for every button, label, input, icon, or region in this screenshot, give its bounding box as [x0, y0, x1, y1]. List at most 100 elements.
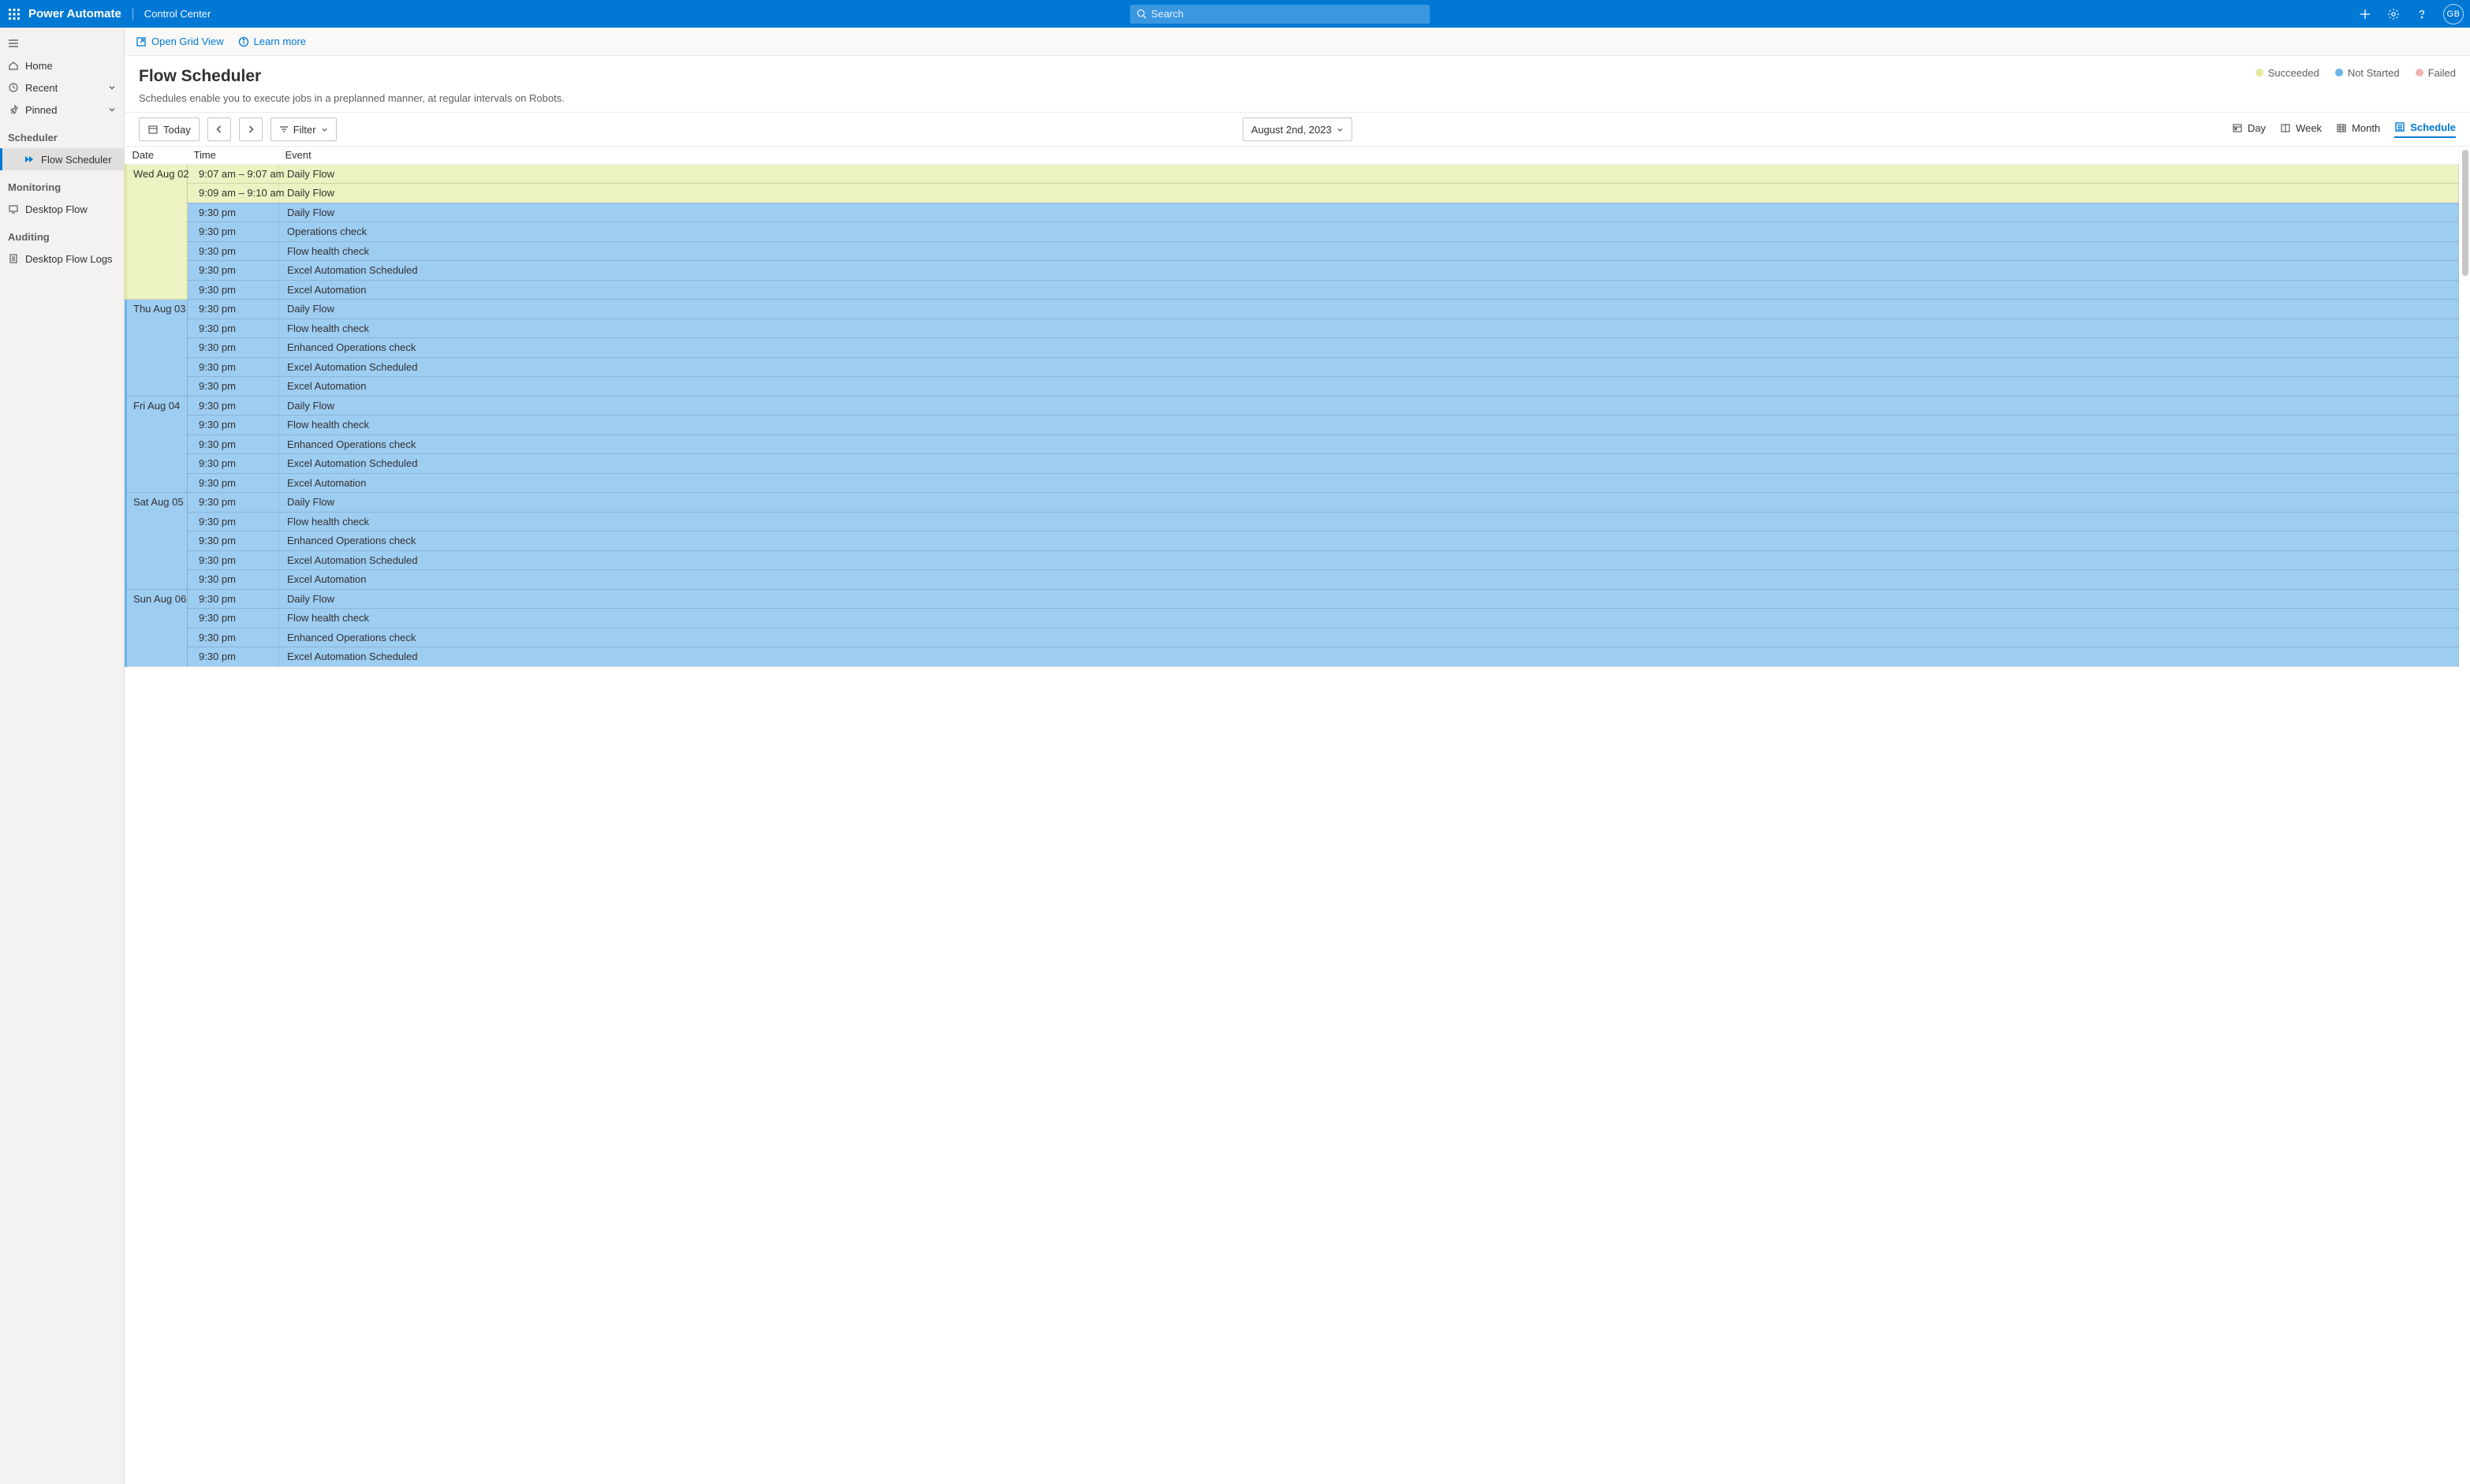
help-icon[interactable]	[2415, 7, 2429, 21]
schedule-grid-scroll[interactable]: Date Time Event Wed Aug 029:07 am – 9:07…	[125, 147, 2470, 1484]
time-cell: 9:30 pm	[188, 550, 279, 570]
time-cell: 9:30 pm	[188, 300, 279, 319]
settings-gear-icon[interactable]	[2386, 7, 2401, 21]
schedule-row[interactable]: 9:30 pmExcel Automation	[126, 473, 2459, 493]
view-day[interactable]: Day	[2232, 122, 2266, 137]
sidebar-section-auditing: Auditing	[0, 220, 124, 248]
sidebar: Home Recent Pinned Scheduler Flo	[0, 28, 125, 1484]
dot-succeeded-icon	[2255, 69, 2263, 76]
event-cell: Daily Flow	[279, 396, 2459, 416]
schedule-row[interactable]: 9:30 pmExcel Automation	[126, 377, 2459, 397]
view-week[interactable]: Week	[2280, 122, 2322, 137]
view-schedule[interactable]: Schedule	[2394, 121, 2456, 138]
view-month[interactable]: Month	[2336, 122, 2380, 137]
event-cell: Excel Automation	[279, 473, 2459, 493]
schedule-row[interactable]: Thu Aug 039:30 pmDaily Flow	[126, 300, 2459, 319]
prev-button[interactable]	[207, 117, 231, 141]
schedule-row[interactable]: Wed Aug 029:07 am – 9:07 amDaily Flow	[126, 164, 2459, 184]
time-cell: 9:30 pm	[188, 338, 279, 358]
filter-button[interactable]: Filter	[271, 117, 337, 141]
date-cell: Wed Aug 02	[126, 164, 188, 300]
sidebar-item-desktop-flow[interactable]: Desktop Flow	[0, 198, 124, 220]
dot-failed-icon	[2416, 69, 2423, 76]
sidebar-item-pinned[interactable]: Pinned	[0, 99, 124, 121]
app-launcher-icon[interactable]	[6, 6, 22, 22]
schedule-row[interactable]: 9:30 pmFlow health check	[126, 512, 2459, 531]
event-cell: Enhanced Operations check	[279, 628, 2459, 647]
time-cell: 9:30 pm	[188, 222, 279, 242]
schedule-row[interactable]: 9:30 pmEnhanced Operations check	[126, 628, 2459, 647]
time-cell: 9:07 am – 9:07 am	[188, 164, 279, 184]
schedule-row[interactable]: 9:30 pmFlow health check	[126, 416, 2459, 435]
month-view-icon	[2336, 122, 2347, 133]
time-cell: 9:30 pm	[188, 261, 279, 281]
calendar-today-icon	[147, 124, 159, 135]
home-icon	[8, 60, 19, 71]
next-button[interactable]	[239, 117, 263, 141]
event-cell: Excel Automation	[279, 570, 2459, 590]
schedule-row[interactable]: Sun Aug 069:30 pmDaily Flow	[126, 589, 2459, 609]
time-cell: 9:30 pm	[188, 512, 279, 531]
search-icon	[1136, 9, 1147, 19]
event-cell: Excel Automation Scheduled	[279, 550, 2459, 570]
col-date[interactable]: Date	[126, 147, 188, 164]
schedule-row[interactable]: 9:30 pmExcel Automation Scheduled	[126, 550, 2459, 570]
schedule-row[interactable]: 9:30 pmFlow health check	[126, 609, 2459, 628]
schedule-row[interactable]: 9:30 pmExcel Automation	[126, 570, 2459, 590]
event-cell: Excel Automation Scheduled	[279, 261, 2459, 281]
schedule-row[interactable]: 9:30 pmExcel Automation Scheduled	[126, 357, 2459, 377]
open-grid-view-button[interactable]: Open Grid View	[136, 35, 224, 47]
sidebar-item-label: Home	[25, 60, 53, 72]
event-cell: Enhanced Operations check	[279, 338, 2459, 358]
sidebar-item-home[interactable]: Home	[0, 54, 124, 76]
event-cell: Daily Flow	[279, 184, 2459, 203]
schedule-row[interactable]: 9:30 pmFlow health check	[126, 241, 2459, 261]
divider	[132, 8, 133, 21]
view-switcher: Day Week Month Schedule	[2232, 121, 2456, 138]
flow-icon	[24, 154, 35, 165]
today-button[interactable]: Today	[139, 117, 200, 141]
sidebar-item-recent[interactable]: Recent	[0, 76, 124, 99]
user-avatar[interactable]: GB	[2443, 4, 2464, 24]
schedule-row[interactable]: 9:30 pmEnhanced Operations check	[126, 531, 2459, 551]
date-picker-button[interactable]: August 2nd, 2023	[1243, 117, 1353, 141]
col-event[interactable]: Event	[279, 147, 2459, 164]
sidebar-item-label: Pinned	[25, 104, 57, 116]
learn-more-button[interactable]: Learn more	[238, 35, 306, 47]
schedule-row[interactable]: 9:30 pmExcel Automation Scheduled	[126, 261, 2459, 281]
search-box[interactable]	[1130, 5, 1430, 24]
date-cell: Fri Aug 04	[126, 396, 188, 493]
schedule-row[interactable]: Fri Aug 049:30 pmDaily Flow	[126, 396, 2459, 416]
schedule-row[interactable]: 9:30 pmEnhanced Operations check	[126, 434, 2459, 454]
sidebar-item-flow-scheduler[interactable]: Flow Scheduler	[0, 148, 124, 170]
sidebar-section-monitoring: Monitoring	[0, 170, 124, 198]
time-cell: 9:30 pm	[188, 531, 279, 551]
search-input[interactable]	[1151, 8, 1423, 20]
page-description: Schedules enable you to execute jobs in …	[139, 92, 565, 104]
schedule-row[interactable]: 9:30 pmExcel Automation	[126, 280, 2459, 300]
schedule-row[interactable]: 9:30 pmExcel Automation Scheduled	[126, 454, 2459, 474]
sidebar-item-label: Flow Scheduler	[41, 154, 112, 166]
time-cell: 9:30 pm	[188, 280, 279, 300]
add-icon[interactable]	[2358, 7, 2372, 21]
schedule-row[interactable]: 9:30 pmOperations check	[126, 222, 2459, 242]
sidebar-item-desktop-flow-logs[interactable]: Desktop Flow Logs	[0, 248, 124, 270]
sidebar-toggle[interactable]	[0, 32, 124, 54]
main-content: Open Grid View Learn more Flow Scheduler…	[125, 28, 2470, 1484]
time-cell: 9:30 pm	[188, 609, 279, 628]
schedule-row[interactable]: 9:30 pmExcel Automation Scheduled	[126, 647, 2459, 667]
event-cell: Daily Flow	[279, 589, 2459, 609]
time-cell: 9:30 pm	[188, 241, 279, 261]
schedule-row[interactable]: 9:30 pmEnhanced Operations check	[126, 338, 2459, 358]
schedule-row[interactable]: 9:30 pmDaily Flow	[126, 203, 2459, 222]
event-cell: Enhanced Operations check	[279, 434, 2459, 454]
date-cell: Sun Aug 06	[126, 589, 188, 666]
schedule-row[interactable]: Sat Aug 059:30 pmDaily Flow	[126, 493, 2459, 513]
sidebar-item-label: Desktop Flow Logs	[25, 253, 113, 265]
event-cell: Flow health check	[279, 319, 2459, 338]
chevron-down-icon	[1336, 126, 1343, 133]
schedule-row[interactable]: 9:30 pmFlow health check	[126, 319, 2459, 338]
schedule-row[interactable]: 9:09 am – 9:10 amDaily Flow	[126, 184, 2459, 203]
col-time[interactable]: Time	[188, 147, 279, 164]
event-cell: Daily Flow	[279, 300, 2459, 319]
